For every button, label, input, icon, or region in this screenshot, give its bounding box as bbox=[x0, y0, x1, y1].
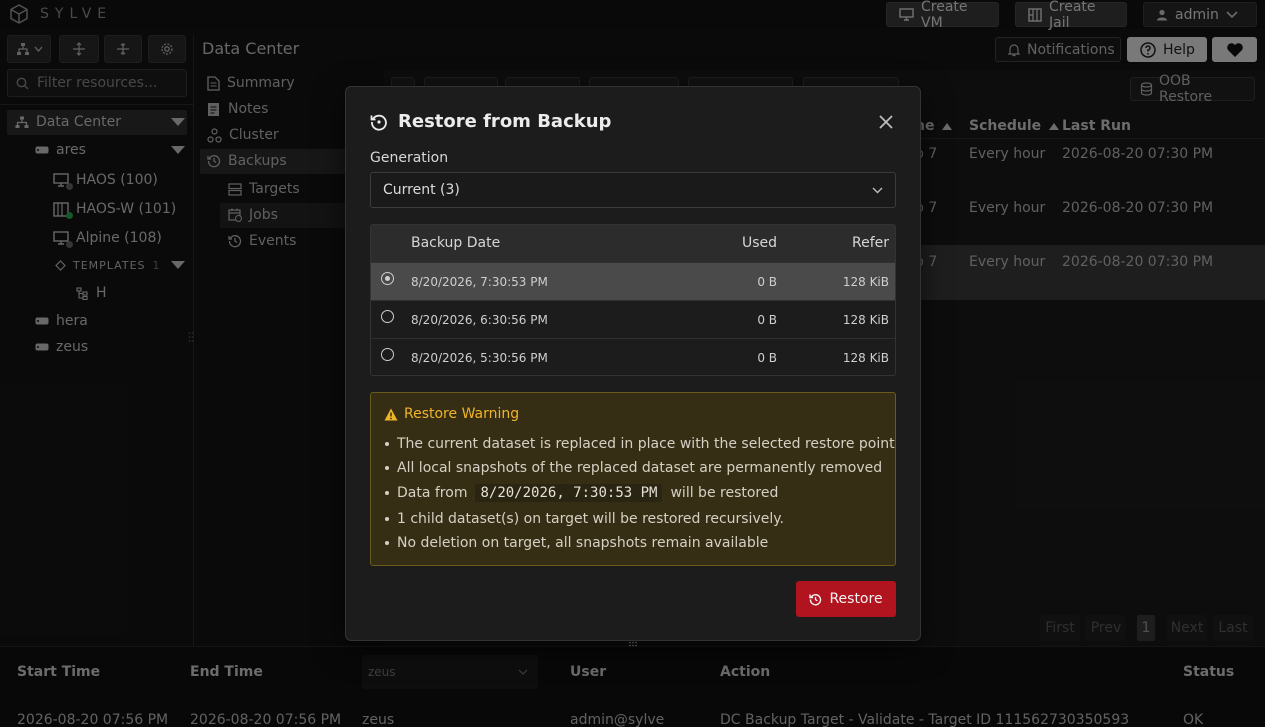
warning-item: All local snapshots of the replaced data… bbox=[385, 460, 882, 476]
backup-used-cell: 0 B bbox=[757, 275, 777, 289]
bullet-icon bbox=[385, 517, 389, 521]
backup-row[interactable]: 8/20/2026, 7:30:53 PM 0 B 128 KiB bbox=[371, 262, 895, 300]
radio-unselected[interactable] bbox=[381, 310, 394, 323]
backup-date-cell: 8/20/2026, 7:30:53 PM bbox=[411, 275, 548, 289]
warning-title-text: Restore Warning bbox=[404, 406, 520, 422]
backup-date-cell: 8/20/2026, 6:30:56 PM bbox=[411, 313, 548, 327]
backup-refer-cell: 128 KiB bbox=[842, 351, 889, 365]
dialog-title-text: Restore from Backup bbox=[398, 111, 612, 132]
backup-refer-cell: 128 KiB bbox=[842, 275, 889, 289]
column-header-used: Used bbox=[741, 235, 777, 251]
close-button[interactable] bbox=[876, 112, 896, 132]
warning-item: 1 child dataset(s) on target will be res… bbox=[385, 511, 784, 527]
backup-date-cell: 8/20/2026, 5:30:56 PM bbox=[411, 351, 548, 365]
restore-warning-box: Restore Warning The current dataset is r… bbox=[370, 392, 896, 566]
warning-item-data-from: Data from 8/20/2026, 7:30:53 PM will be … bbox=[385, 484, 778, 502]
warning-item-text: All local snapshots of the replaced data… bbox=[397, 460, 883, 476]
warning-title: Restore Warning bbox=[384, 406, 519, 422]
warning-item: The current dataset is replaced in place… bbox=[385, 436, 895, 452]
dialog-title: Restore from Backup bbox=[370, 111, 611, 132]
backup-row[interactable]: 8/20/2026, 6:30:56 PM 0 B 128 KiB bbox=[371, 300, 895, 338]
restore-backup-dialog: Restore from Backup Generation Current (… bbox=[345, 86, 921, 641]
warning-data-from-suffix: will be restored bbox=[670, 485, 779, 501]
history-restore-icon bbox=[809, 593, 822, 606]
column-header-backup-date: Backup Date bbox=[411, 235, 501, 251]
backup-table-header: Backup Date Used Refer bbox=[371, 225, 895, 262]
radio-selected[interactable] bbox=[381, 272, 394, 285]
radio-unselected[interactable] bbox=[381, 348, 394, 361]
resize-handle-icon[interactable] bbox=[628, 641, 638, 647]
generation-value: Current (3) bbox=[383, 182, 460, 198]
backup-list-table: Backup Date Used Refer 8/20/2026, 7:30:5… bbox=[370, 224, 896, 376]
restore-point-code: 8/20/2026, 7:30:53 PM bbox=[475, 484, 663, 502]
backup-row[interactable]: 8/20/2026, 5:30:56 PM 0 B 128 KiB bbox=[371, 338, 895, 375]
backup-used-cell: 0 B bbox=[757, 351, 777, 365]
warning-item-text: The current dataset is replaced in place… bbox=[397, 436, 895, 452]
generation-label: Generation bbox=[370, 150, 449, 166]
warning-item-text: No deletion on target, all snapshots rem… bbox=[397, 535, 769, 551]
bullet-icon bbox=[385, 491, 389, 495]
warning-triangle-icon bbox=[384, 408, 398, 421]
bullet-icon bbox=[385, 541, 389, 545]
warning-data-from-prefix: Data from bbox=[397, 485, 468, 501]
warning-item-text: 1 child dataset(s) on target will be res… bbox=[397, 511, 784, 527]
bullet-icon bbox=[385, 442, 389, 446]
restore-button[interactable]: Restore bbox=[796, 581, 896, 617]
backup-used-cell: 0 B bbox=[757, 313, 777, 327]
chevron-down-icon bbox=[872, 187, 883, 194]
backup-refer-cell: 128 KiB bbox=[842, 313, 889, 327]
bullet-icon bbox=[385, 466, 389, 470]
generation-select[interactable]: Current (3) bbox=[370, 172, 896, 208]
warning-item: No deletion on target, all snapshots rem… bbox=[385, 535, 768, 551]
column-header-refer: Refer bbox=[851, 235, 889, 251]
history-restore-icon bbox=[370, 113, 388, 131]
close-icon bbox=[876, 112, 896, 132]
restore-button-label: Restore bbox=[829, 591, 883, 607]
